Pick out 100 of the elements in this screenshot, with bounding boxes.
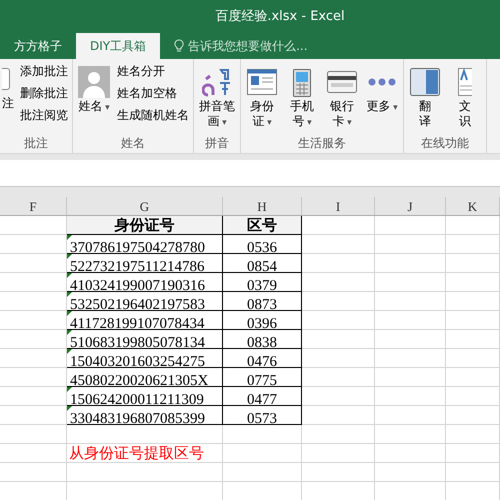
table-cell: 0775 — [247, 373, 277, 389]
table-cell-text: 522732197511214786 — [69, 259, 204, 275]
empty-cell[interactable] — [375, 216, 446, 235]
empty-cell[interactable] — [0, 349, 67, 368]
ribbon-tab[interactable]: 方方格子 — [0, 33, 76, 59]
ribbon-large-button[interactable]: 文 识 — [446, 59, 484, 135]
empty-cell[interactable] — [375, 292, 446, 311]
ribbon-large-button[interactable]: 拼音笔 画 ▾ — [196, 59, 238, 135]
empty-cell[interactable] — [446, 406, 500, 425]
empty-cell[interactable] — [0, 311, 67, 330]
ribbon-large-button[interactable]: 翻 译 — [406, 59, 444, 135]
empty-cell[interactable] — [302, 425, 375, 444]
empty-cell[interactable] — [446, 292, 500, 311]
empty-cell[interactable] — [302, 292, 375, 311]
empty-cell[interactable] — [375, 463, 446, 482]
empty-cell[interactable] — [375, 425, 446, 444]
empty-cell[interactable] — [375, 273, 446, 292]
empty-cell[interactable] — [302, 406, 375, 425]
empty-cell[interactable] — [446, 311, 500, 330]
empty-cell[interactable] — [0, 273, 67, 292]
empty-cell[interactable] — [375, 235, 446, 254]
empty-cell[interactable] — [302, 463, 375, 482]
column-header[interactable]: K — [446, 197, 500, 215]
empty-cell[interactable] — [223, 463, 302, 482]
empty-cell[interactable] — [0, 463, 67, 482]
more-icon — [368, 78, 396, 86]
ribbon-large-button[interactable]: 更多 ▾ — [363, 59, 401, 135]
empty-cell[interactable] — [67, 463, 223, 482]
empty-cell[interactable] — [302, 368, 375, 387]
empty-cell[interactable] — [302, 254, 375, 273]
tell-me-input[interactable]: 告诉我您想要做什么... — [188, 37, 348, 55]
empty-cell[interactable] — [0, 425, 67, 444]
ribbon-large-button[interactable]: 身份 证 ▾ — [243, 59, 281, 135]
empty-cell[interactable] — [67, 425, 223, 444]
ribbon-small-button[interactable]: 姓名加空格 — [115, 82, 191, 104]
empty-cell[interactable] — [446, 216, 500, 235]
empty-cell[interactable] — [0, 406, 67, 425]
id-card-icon — [247, 69, 277, 95]
empty-cell[interactable] — [446, 444, 500, 463]
empty-cell[interactable] — [302, 273, 375, 292]
table-cell-text: 150624200011211309 — [69, 392, 204, 408]
lightbulb-icon — [174, 39, 184, 53]
letters-icon — [202, 67, 232, 97]
ribbon-large-button[interactable]: 姓名 ▾ — [75, 59, 113, 135]
ribbon-large-button[interactable]: 银行 卡 ▾ — [323, 59, 361, 135]
empty-cell[interactable] — [446, 463, 500, 482]
empty-cell[interactable] — [0, 368, 67, 387]
empty-cell[interactable] — [0, 254, 67, 273]
tell-me-field[interactable]: 告诉我您想要做什么... — [160, 33, 362, 59]
empty-cell[interactable] — [375, 387, 446, 406]
empty-cell[interactable] — [375, 254, 446, 273]
empty-cell[interactable] — [446, 330, 500, 349]
ribbon-button-label[interactable]: 注 — [2, 96, 14, 110]
empty-cell[interactable] — [375, 330, 446, 349]
table-cell-text: 411728199107078434 — [69, 316, 204, 332]
empty-cell[interactable] — [0, 235, 67, 254]
empty-cell[interactable] — [375, 444, 446, 463]
empty-cell[interactable] — [446, 425, 500, 444]
empty-cell[interactable] — [375, 406, 446, 425]
column-header[interactable]: F — [0, 197, 67, 215]
empty-cell[interactable] — [375, 311, 446, 330]
empty-cell[interactable] — [0, 387, 67, 406]
empty-cell[interactable] — [223, 444, 302, 463]
column-header[interactable]: I — [302, 197, 375, 215]
table-cell: 0477 — [247, 392, 277, 408]
ribbon-small-button[interactable]: 生成随机姓名 — [115, 104, 191, 126]
empty-cell[interactable] — [0, 330, 67, 349]
empty-cell[interactable] — [375, 349, 446, 368]
empty-cell[interactable] — [446, 273, 500, 292]
empty-cell[interactable] — [302, 349, 375, 368]
empty-cell[interactable] — [0, 292, 67, 311]
column-header[interactable]: H — [223, 197, 302, 215]
ribbon-group-label: 拼音 — [204, 135, 230, 152]
ribbon-small-button[interactable]: 添加批注 — [18, 60, 70, 82]
empty-cell[interactable] — [375, 368, 446, 387]
empty-cell[interactable] — [446, 368, 500, 387]
column-header[interactable]: G — [67, 197, 223, 215]
ribbon-small-button[interactable]: 删除批注 — [18, 82, 70, 104]
header-cell: 区号 — [247, 216, 277, 234]
empty-cell[interactable] — [446, 254, 500, 273]
ribbon-large-button[interactable]: 手机 号 ▾ — [283, 59, 321, 135]
empty-cell[interactable] — [302, 330, 375, 349]
table-cell: 0573 — [247, 411, 277, 427]
empty-cell[interactable] — [302, 444, 375, 463]
empty-cell[interactable] — [302, 311, 375, 330]
table-cell: 0873 — [247, 297, 277, 313]
empty-cell[interactable] — [446, 349, 500, 368]
ribbon-small-button[interactable]: 姓名分开 — [115, 60, 191, 82]
ribbon-small-button[interactable]: 批注阅览 — [18, 104, 70, 126]
empty-cell[interactable] — [446, 387, 500, 406]
empty-cell[interactable] — [302, 387, 375, 406]
table-cell-text: 370786197504278780 — [69, 240, 205, 256]
ribbon-tab[interactable]: DIY工具箱 — [76, 33, 160, 59]
column-header[interactable]: J — [375, 197, 446, 215]
empty-cell[interactable] — [0, 444, 67, 463]
empty-cell[interactable] — [446, 235, 500, 254]
empty-cell[interactable] — [223, 425, 302, 444]
empty-cell[interactable] — [302, 235, 375, 254]
table-cell-text: 330483196807085399 — [69, 411, 205, 427]
window-title: 百度经验.xlsx - Excel — [215, 8, 345, 26]
